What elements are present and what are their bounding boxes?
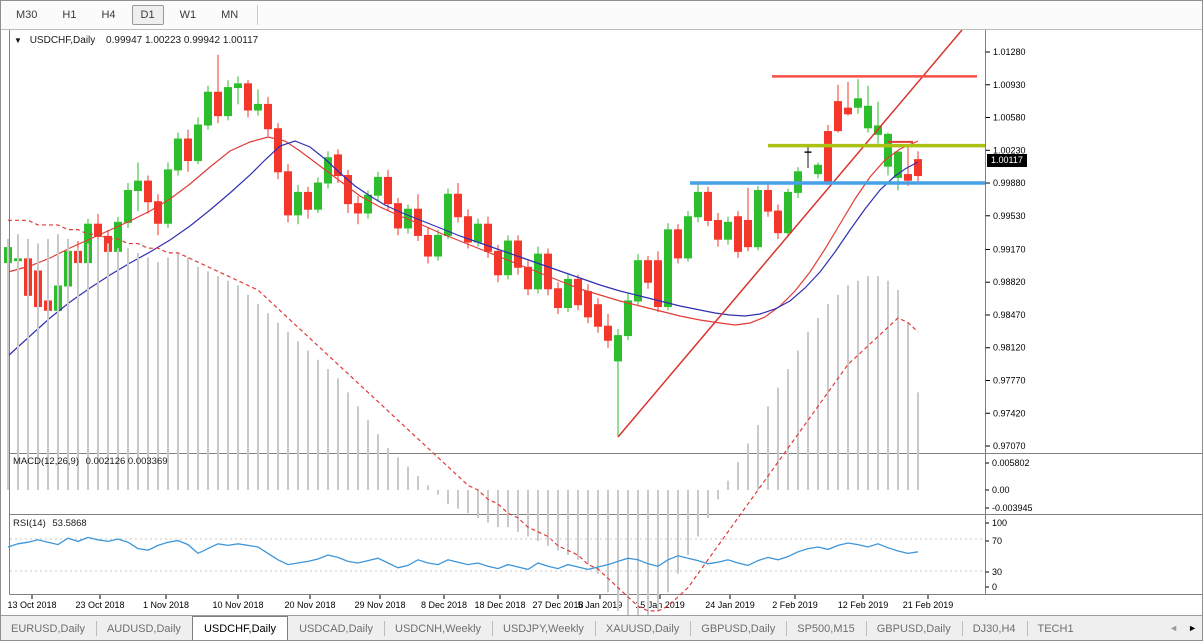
timeframe-toolbar: M30 H1 H4 D1 W1 MN (0, 0, 1203, 30)
svg-text:23 Oct 2018: 23 Oct 2018 (75, 600, 124, 610)
svg-text:-0.003945: -0.003945 (992, 503, 1033, 513)
svg-text:0.98820: 0.98820 (993, 277, 1026, 287)
svg-text:12 Feb 2019: 12 Feb 2019 (838, 600, 889, 610)
toolbar-separator (257, 4, 259, 25)
macd-axis: 0.005802 0.00 -0.003945 (985, 458, 1033, 513)
timeframe-button-w1[interactable]: W1 (171, 5, 206, 25)
timeframe-button-mn[interactable]: MN (212, 5, 247, 25)
svg-text:27 Dec 2018: 27 Dec 2018 (532, 600, 583, 610)
macd-panel (7, 219, 919, 639)
date-axis: 13 Oct 2018 23 Oct 2018 1 Nov 2018 10 Nov 2… (7, 595, 953, 610)
svg-text:1 Nov 2018: 1 Nov 2018 (143, 600, 189, 610)
svg-text:0.99880: 0.99880 (993, 178, 1026, 188)
svg-text:1.00930: 1.00930 (993, 80, 1026, 90)
price-axis: 1.012801.009301.005801.002300.998800.995… (985, 47, 1026, 451)
svg-text:2 Feb 2019: 2 Feb 2019 (772, 600, 818, 610)
rsi-axis: 100 70 30 0 (985, 518, 1007, 592)
svg-text:0.97070: 0.97070 (993, 441, 1026, 451)
svg-text:8 Dec 2018: 8 Dec 2018 (421, 600, 467, 610)
chart-symbol: USDCHF,Daily (29, 35, 96, 46)
svg-text:30: 30 (992, 567, 1002, 577)
timeframe-button-d1[interactable]: D1 (131, 4, 164, 25)
svg-text:18 Dec 2018: 18 Dec 2018 (474, 600, 525, 610)
tab-eurusd-daily[interactable]: EURUSD,Daily (0, 616, 96, 641)
tab-scroll-left-icon[interactable]: ◄ (1169, 624, 1178, 633)
svg-text:1.00580: 1.00580 (993, 113, 1026, 123)
tab-scroll-arrows: ◄ ► (1165, 616, 1201, 641)
dropdown-triangle-icon[interactable]: ▼ (14, 36, 22, 45)
svg-text:20 Nov 2018: 20 Nov 2018 (284, 600, 335, 610)
svg-text:0.97770: 0.97770 (993, 375, 1026, 385)
tab-gbpusd-daily[interactable]: GBPUSD,Daily (690, 616, 786, 641)
tab-usdcad-daily[interactable]: USDCAD,Daily (288, 616, 384, 641)
tab-usdchf-daily[interactable]: USDCHF,Daily (191, 616, 289, 641)
svg-text:100: 100 (992, 518, 1007, 528)
chart-ohlc-values: 0.99947 1.00223 0.99942 1.00117 (106, 35, 259, 46)
svg-text:70: 70 (992, 536, 1002, 546)
chart-title: ▼ USDCHF,Daily 0.99947 1.00223 0.99942 1… (14, 35, 258, 46)
timeframe-button-m30[interactable]: M30 (7, 5, 46, 25)
current-price-badge: 1.00117 (987, 154, 1027, 167)
tab-scroll-right-icon[interactable]: ► (1188, 624, 1197, 633)
tab-sp500-m15[interactable]: SP500,M15 (786, 616, 865, 641)
rsi-panel (7, 536, 985, 572)
chart-tab-bar: EURUSD,Daily AUDUSD,Daily USDCHF,Daily USDC… (0, 615, 1203, 641)
svg-text:5 Jan 2019: 5 Jan 2019 (578, 600, 623, 610)
candles-layer (4, 54, 922, 437)
svg-text:21 Feb 2019: 21 Feb 2019 (903, 600, 954, 610)
tab-gbpusd-daily[interactable]: GBPUSD,Daily (865, 616, 962, 641)
tab-usdjpy-weekly[interactable]: USDJPY,Weekly (492, 616, 595, 641)
chart-canvas[interactable]: 1.012801.009301.005801.002300.998800.995… (0, 0, 1203, 641)
svg-text:24 Jan 2019: 24 Jan 2019 (705, 600, 755, 610)
svg-text:0.00: 0.00 (992, 485, 1010, 495)
svg-text:0.99530: 0.99530 (993, 211, 1026, 221)
tab-usdcnh-weekly[interactable]: USDCNH,Weekly (384, 616, 492, 641)
svg-text:13 Oct 2018: 13 Oct 2018 (7, 600, 56, 610)
svg-text:0.99170: 0.99170 (993, 244, 1026, 254)
macd-values: 0.002126 0.003369 (85, 456, 168, 467)
svg-text:15 Jan 2019: 15 Jan 2019 (635, 600, 685, 610)
svg-text:0: 0 (992, 582, 997, 592)
tab-xauusd-daily[interactable]: XAUUSD,Daily (594, 616, 690, 641)
svg-text:0.98470: 0.98470 (993, 310, 1026, 320)
macd-indicator-label: MACD(12,26,9) 0.002126 0.003369 (13, 456, 168, 467)
tab-tech1[interactable]: TECH1 (1026, 616, 1085, 641)
rsi-value: 53.5868 (52, 518, 87, 529)
svg-text:10 Nov 2018: 10 Nov 2018 (212, 600, 263, 610)
tab-dj30-h4[interactable]: DJ30,H4 (961, 616, 1027, 641)
tab-audusd-daily[interactable]: AUDUSD,Daily (95, 616, 192, 641)
svg-text:29 Nov 2018: 29 Nov 2018 (354, 600, 405, 610)
svg-text:0.98120: 0.98120 (993, 343, 1026, 353)
timeframe-button-h1[interactable]: H1 (53, 5, 85, 25)
svg-text:0.005802: 0.005802 (992, 458, 1030, 468)
rsi-indicator-label: RSI(14) 53.5868 (13, 518, 87, 529)
timeframe-button-h4[interactable]: H4 (92, 5, 124, 25)
svg-text:0.97420: 0.97420 (993, 408, 1026, 418)
svg-text:1.01280: 1.01280 (993, 47, 1026, 57)
